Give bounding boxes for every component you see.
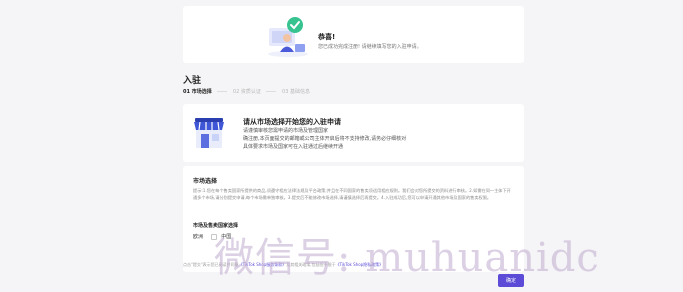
page-title: 入驻 — [183, 76, 202, 86]
country-checkbox[interactable] — [210, 233, 217, 240]
agreement-note: 点击"提交"表示您已阅读并同意《TikTok Shop服务条款》及其相关政策,包… — [183, 262, 483, 268]
privacy-link[interactable]: 《TikTok Shop隐私政策》 — [336, 262, 384, 267]
section-title: 市场选择 — [193, 178, 218, 185]
success-description: 您已成功完成注册! 请继续填写您的入驻申请。 — [318, 44, 422, 50]
success-title: 恭喜! — [318, 33, 336, 41]
step-divider — [266, 91, 277, 92]
market-select-card: 市场选择 提示:1.您在每个售卖国家所提供的商品,须遵守相应法律法规及平台政策;… — [183, 166, 524, 272]
region-label: 欧洲 — [193, 234, 204, 240]
step-indicator: 01 市场选择 02 资质认证 03 基础信息 — [183, 88, 310, 95]
step-basic-info: 03 基础信息 — [282, 89, 310, 95]
market-intro-card: 请从市场选择开始您的入驻申请 请谨慎审核您需申请的市场及管理国家 确注册,本页面… — [183, 104, 524, 162]
success-illustration-icon — [268, 17, 308, 57]
country-select-title: 市场及售卖国家选择 — [193, 223, 239, 229]
country-checkbox-label: 中国 — [221, 234, 232, 240]
terms-link[interactable]: 《TikTok Shop服务条款》 — [239, 262, 287, 267]
success-card: 恭喜! 您已成功完成注册! 请继续填写您的入驻申请。 — [183, 6, 524, 63]
storefront-icon — [194, 118, 224, 148]
country-option[interactable]: 欧洲 中国 — [193, 233, 231, 240]
step-market-select: 01 市场选择 — [183, 89, 212, 95]
notice-text: 提示:1.您在每个售卖国家所提供的商品,须遵守相应法律法规及平台政策;并且在不同… — [193, 188, 511, 200]
agreement-middle: 及其相关政策,包括但不限于 — [286, 262, 336, 267]
agreement-prefix: 点击"提交"表示您已阅读并同意 — [183, 262, 239, 267]
market-intro-line: 具体要求市场及国家可在入驻通过后继续开通 — [243, 144, 344, 150]
market-intro-line: 请谨慎审核您需申请的市场及管理国家 — [243, 128, 329, 134]
next-button[interactable]: 确定 — [498, 274, 524, 287]
step-qualification: 02 资质认证 — [232, 89, 261, 95]
step-divider — [217, 91, 228, 92]
market-intro-title: 请从市场选择开始您的入驻申请 — [243, 118, 341, 126]
market-intro-line: 确注册,本页面提交的邮箱或公司主体开启后将不支持修改,请务必仔细核对 — [243, 136, 407, 142]
